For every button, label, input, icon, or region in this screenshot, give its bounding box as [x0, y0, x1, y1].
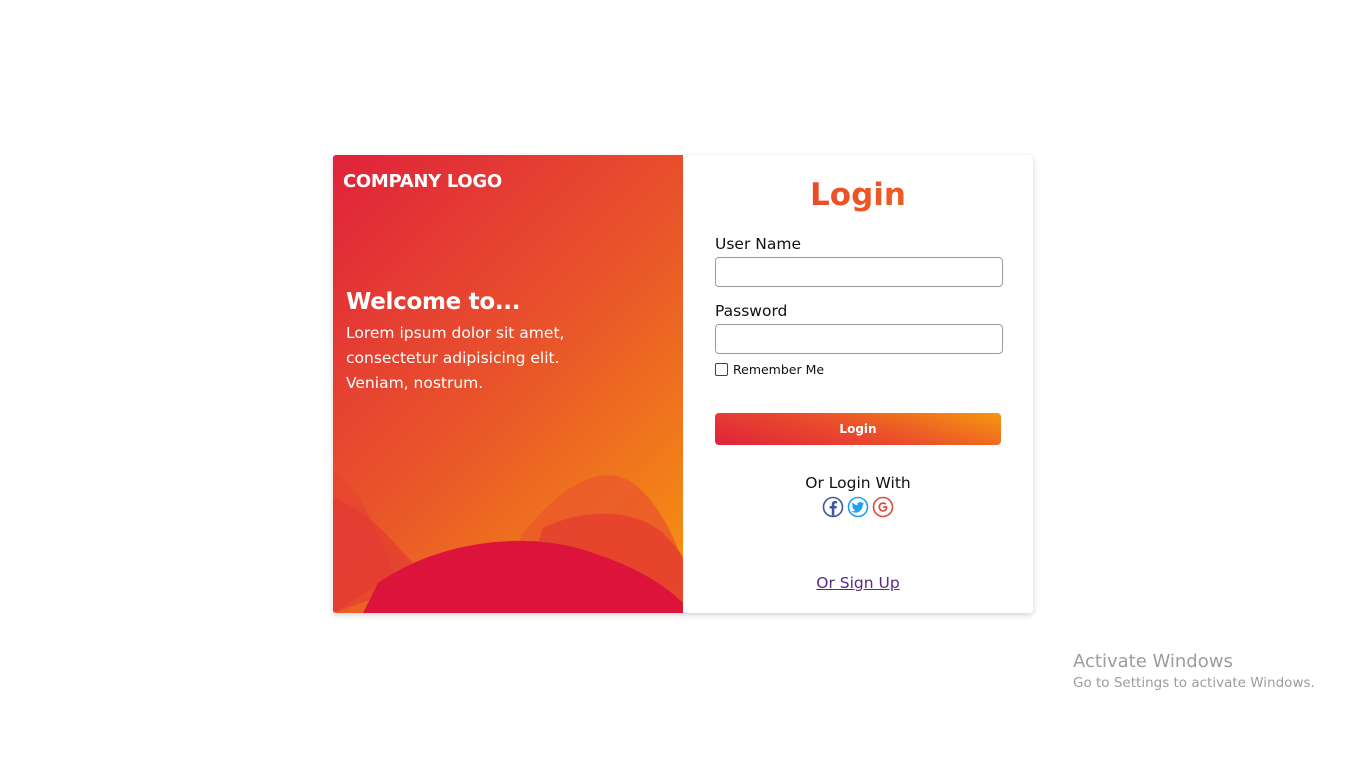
username-input[interactable] — [715, 257, 1003, 287]
login-form-panel: Login User Name Password Remember Me Log… — [683, 155, 1033, 613]
login-title: Login — [683, 177, 1033, 213]
decorative-waves — [333, 473, 683, 613]
facebook-icon[interactable] — [822, 496, 844, 518]
twitter-icon[interactable] — [847, 496, 869, 518]
password-input[interactable] — [715, 324, 1003, 354]
username-label: User Name — [715, 235, 801, 253]
remember-me-label[interactable]: Remember Me — [733, 362, 824, 377]
login-button[interactable]: Login — [715, 413, 1001, 445]
remember-me-checkbox[interactable] — [715, 363, 728, 376]
welcome-text: Lorem ipsum dolor sit amet, consectetur … — [346, 324, 565, 392]
windows-activation-watermark: Activate Windows Go to Settings to activ… — [1073, 651, 1315, 691]
password-label: Password — [715, 302, 788, 320]
or-login-with-label: Or Login With — [805, 474, 911, 492]
social-login-icons — [683, 496, 1033, 518]
watermark-subtitle: Go to Settings to activate Windows. — [1073, 675, 1315, 691]
welcome-heading: Welcome to... — [346, 289, 521, 315]
sign-up-link[interactable]: Or Sign Up — [683, 574, 1033, 592]
watermark-title: Activate Windows — [1073, 651, 1233, 672]
google-icon[interactable] — [872, 496, 894, 518]
remember-me[interactable]: Remember Me — [715, 362, 824, 377]
company-logo: COMPANY LOGO — [343, 171, 502, 192]
login-card: COMPANY LOGO Welcome to... Lorem ipsum d… — [333, 155, 1033, 613]
brand-panel: COMPANY LOGO Welcome to... Lorem ipsum d… — [333, 155, 683, 613]
